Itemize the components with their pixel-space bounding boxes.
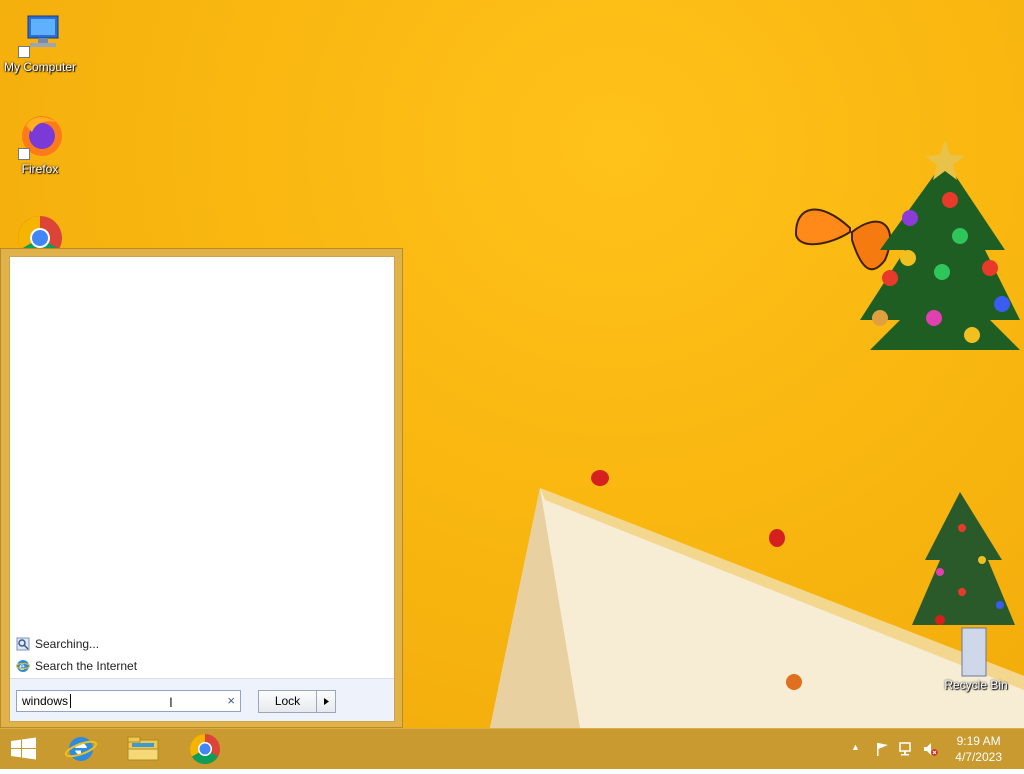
- desktop-icon-recycle-bin[interactable]: Recycle Bin: [936, 630, 1016, 692]
- taskbar-internet-explorer[interactable]: [58, 729, 104, 769]
- clock-time: 9:19 AM: [956, 734, 1001, 748]
- search-input[interactable]: windows I ×: [16, 690, 241, 712]
- volume-muted-icon[interactable]: [922, 741, 938, 757]
- show-hidden-icons-button[interactable]: ▲: [851, 742, 860, 752]
- internet-explorer-icon: e: [16, 660, 30, 673]
- desktop-icon-label: Recycle Bin: [944, 678, 1008, 692]
- power-options-arrow-button[interactable]: [317, 691, 335, 712]
- search-input-value: windows: [22, 694, 69, 708]
- start-menu-panel: Searching... e Search the Internet windo…: [9, 256, 395, 722]
- result-label: Searching...: [35, 637, 100, 651]
- search-progress-icon: [16, 637, 30, 651]
- taskbar-chrome[interactable]: [182, 729, 228, 769]
- chrome-icon: [189, 734, 220, 765]
- file-explorer-icon: [127, 736, 159, 761]
- recycle-bin-icon: [952, 630, 1000, 676]
- system-clock[interactable]: 9:19 AM 4/7/2023: [955, 733, 1002, 765]
- result-label: Search the Internet: [35, 659, 138, 673]
- taskbar-file-explorer[interactable]: [120, 729, 166, 769]
- firefox-icon: [16, 112, 64, 160]
- butterfly-decoration: [794, 208, 892, 271]
- result-search-internet[interactable]: e Search the Internet: [16, 655, 137, 677]
- computer-icon: [16, 10, 64, 58]
- start-button[interactable]: [0, 729, 46, 769]
- desktop-icon-my-computer[interactable]: My Computer: [0, 10, 80, 74]
- clear-search-button[interactable]: ×: [227, 694, 235, 708]
- result-searching: Searching...: [16, 633, 137, 655]
- chevron-right-icon: [324, 698, 329, 705]
- christmas-tree-decoration: [860, 140, 1020, 350]
- desktop-icon-label: My Computer: [3, 60, 77, 74]
- taskbar: ▲ 9:19 AM 4/7/2023: [0, 728, 1024, 769]
- clock-date: 4/7/2023: [955, 750, 1002, 764]
- start-menu-footer: windows I × Lock: [10, 678, 394, 721]
- network-icon[interactable]: [898, 741, 914, 757]
- search-results-list: Searching... e Search the Internet: [16, 633, 137, 677]
- lock-button[interactable]: Lock: [258, 690, 336, 713]
- desktop-icon-label: Firefox: [21, 162, 59, 176]
- lock-button-label: Lock: [274, 694, 301, 708]
- desktop-icon-firefox[interactable]: Firefox: [0, 112, 80, 176]
- internet-explorer-icon: [64, 737, 98, 761]
- text-caret: [70, 694, 72, 708]
- start-menu: Searching... e Search the Internet windo…: [0, 248, 403, 728]
- text-cursor-icon: I: [169, 694, 173, 710]
- windows-start-icon: [11, 737, 36, 760]
- action-center-flag-icon[interactable]: [874, 741, 890, 757]
